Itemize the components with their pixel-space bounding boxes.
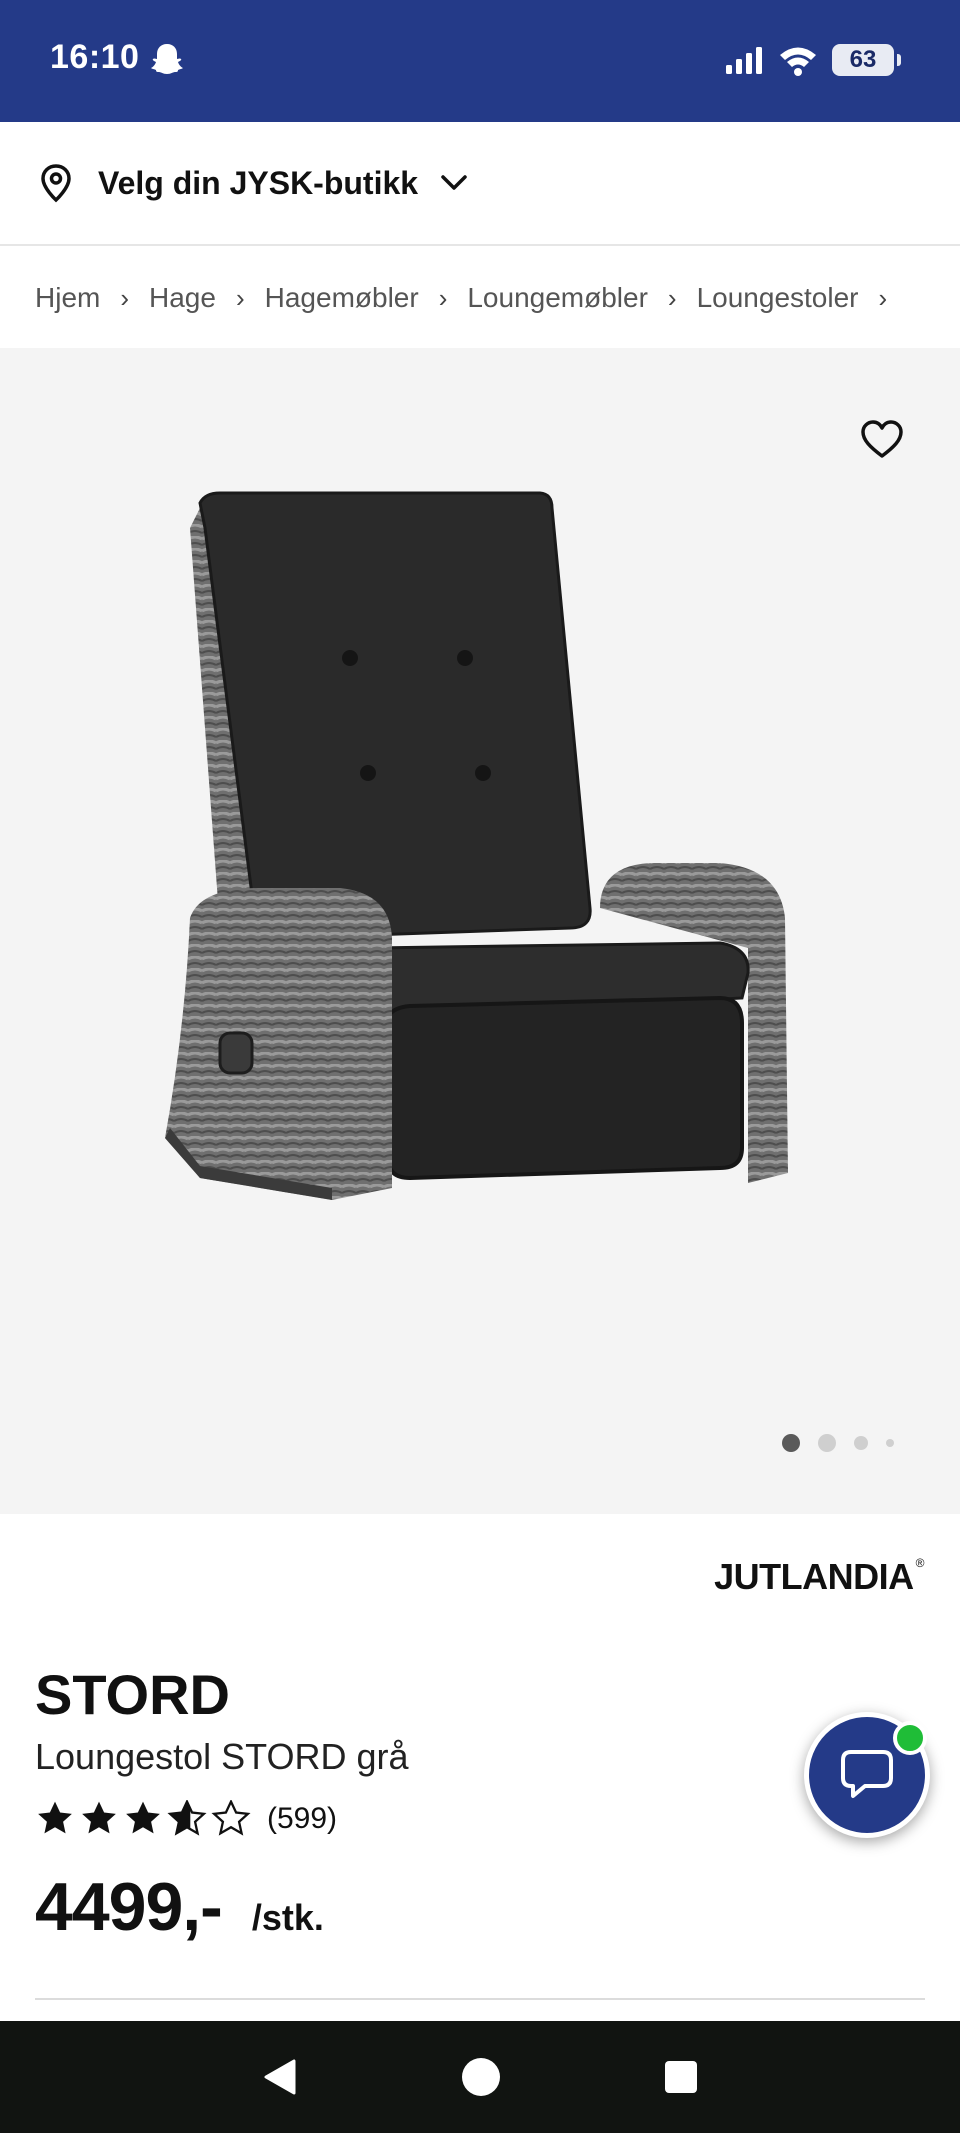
breadcrumb-lounge-furniture[interactable]: Loungemøbler [467,282,648,314]
breadcrumb-chevron-icon: › [878,282,888,313]
home-circle-icon[interactable] [460,2056,502,2098]
gallery-dot[interactable] [854,1436,868,1450]
back-triangle-icon[interactable] [260,2057,300,2097]
gallery-pagination[interactable] [782,1434,894,1452]
star-filled-icon [38,1801,72,1834]
section-divider [35,1998,925,2000]
breadcrumb-garden-furniture[interactable]: Hagemøbler [265,282,419,314]
star-filled-icon [126,1801,160,1834]
star-half-icon [167,1800,207,1836]
breadcrumb-chevron-icon: › [120,282,130,313]
price-unit: /stk. [251,1897,324,1938]
battery-icon: 63 [832,44,901,76]
product-subtitle: Loungestol STORD grå [35,1736,409,1777]
breadcrumb-lounge-chairs[interactable]: Loungestoler [697,282,859,314]
chat-online-badge [893,1721,927,1755]
system-nav-bar [0,2021,960,2133]
status-bar: 16:10 63 [0,0,960,122]
review-count: (599) [267,1802,338,1835]
location-pin-icon [41,164,71,203]
gallery-dot[interactable] [818,1434,836,1452]
star-empty-icon [211,1800,251,1836]
gallery-dot[interactable] [886,1439,894,1447]
battery-level: 63 [849,46,877,73]
product-price: 4499,- /stk. [35,1868,324,1946]
brand-name: JUTLANDIA [714,1556,914,1597]
breadcrumb-chevron-icon: › [438,282,448,313]
star-filled-icon [82,1801,116,1834]
recents-square-icon[interactable] [662,2058,700,2096]
heart-icon[interactable] [860,418,904,462]
price-value: 4499,- [35,1869,223,1945]
gallery-dot-active[interactable] [782,1434,800,1452]
chevron-down-icon [441,175,467,190]
store-selector-label: Velg din JYSK-butikk [98,164,419,201]
breadcrumb-chevron-icon: › [667,282,677,313]
breadcrumb: Hjem › Hage › Hagemøbler › Loungemøbler … [0,248,960,348]
breadcrumb-chevron-icon: › [235,282,245,313]
product-image-recliner [165,491,788,1200]
brand-logo: JUTLANDIA ® [714,1556,924,1598]
product-rating[interactable]: (599) [35,1800,337,1838]
product-title: STORD [35,1663,230,1726]
chat-bubble-icon [841,1750,893,1798]
wifi-icon [780,47,816,76]
product-gallery[interactable] [0,348,960,1514]
chat-button[interactable] [804,1712,930,1838]
status-time: 16:10 [50,38,140,76]
breadcrumb-home[interactable]: Hjem [35,282,100,314]
snapchat-ghost-icon [151,44,183,74]
brand-registered-mark: ® [915,1556,925,1570]
status-icons: 63 [724,40,901,80]
store-selector[interactable]: Velg din JYSK-butikk [0,122,960,246]
breadcrumb-garden[interactable]: Hage [149,282,216,314]
signal-icon [726,47,762,74]
